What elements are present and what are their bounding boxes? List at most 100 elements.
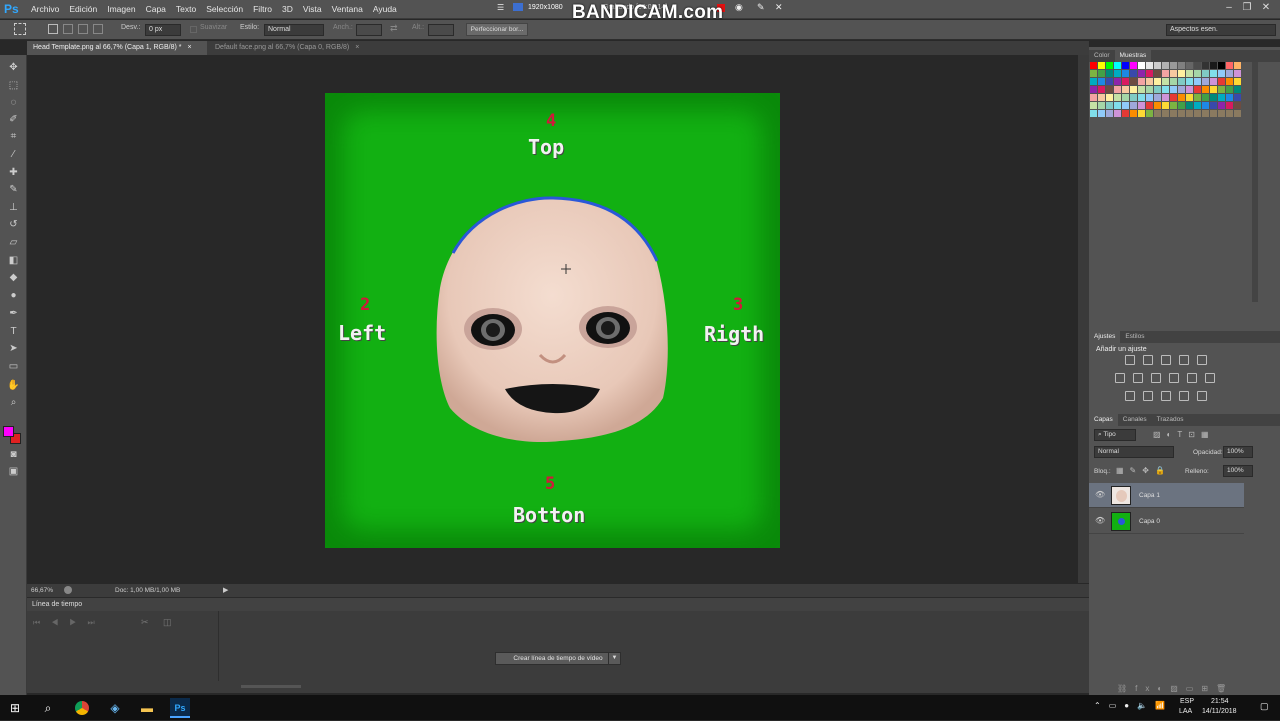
adjustment-icon[interactable] — [1179, 391, 1189, 401]
quick-select-tool-icon[interactable]: ✐ — [6, 113, 21, 127]
layer-name[interactable]: Capa 0 — [1139, 518, 1160, 525]
swatches-scrollbar[interactable] — [1252, 62, 1258, 302]
swap-icon[interactable]: ⇄ — [390, 23, 398, 34]
swatch[interactable] — [1234, 110, 1241, 117]
swatch[interactable] — [1106, 94, 1113, 101]
swatch[interactable] — [1194, 78, 1201, 85]
swatch[interactable] — [1130, 78, 1137, 85]
swatch[interactable] — [1162, 70, 1169, 77]
swatch[interactable] — [1186, 70, 1193, 77]
swatch[interactable] — [1218, 94, 1225, 101]
swatch[interactable] — [1114, 86, 1121, 93]
hand-tool-icon[interactable]: ✋ — [6, 379, 21, 393]
app-icon[interactable]: ◈ — [105, 698, 125, 718]
swatch[interactable] — [1202, 62, 1209, 69]
tab-head-template[interactable]: Head Template.png al 66,7% (Capa 1, RGB/… — [27, 41, 207, 55]
swatch[interactable] — [1090, 86, 1097, 93]
swatch[interactable] — [1194, 110, 1201, 117]
swatch[interactable] — [1218, 86, 1225, 93]
intersect-selection-icon[interactable] — [93, 24, 103, 34]
swatch[interactable] — [1154, 110, 1161, 117]
chrome-icon[interactable] — [72, 698, 92, 718]
menu-item-6[interactable]: Filtro — [248, 4, 277, 14]
layer-kind-filter[interactable]: ⌕ Tipo — [1094, 429, 1136, 441]
swatch[interactable] — [1154, 102, 1161, 109]
type-tool-icon[interactable]: T — [6, 325, 21, 339]
swatch[interactable] — [1218, 70, 1225, 77]
swatch[interactable] — [1226, 78, 1233, 85]
move-tool-icon[interactable]: ✥ — [6, 61, 21, 75]
swatch[interactable] — [1114, 110, 1121, 117]
fill-input[interactable]: 100% — [1223, 465, 1253, 477]
swatch[interactable] — [1218, 102, 1225, 109]
menu-item-3[interactable]: Capa — [141, 4, 171, 14]
adjustment-icon[interactable] — [1197, 355, 1207, 365]
width-input[interactable] — [356, 24, 382, 36]
layer-row-capa-1[interactable]: 👁 Capa 1 — [1089, 483, 1244, 508]
swatch[interactable] — [1090, 78, 1097, 85]
opacity-input[interactable]: 100% — [1223, 446, 1253, 458]
create-timeline-button[interactable]: Crear línea de tiempo de vídeo — [495, 652, 621, 665]
swatch[interactable] — [1202, 70, 1209, 77]
split-icon[interactable]: ✂ — [141, 617, 149, 628]
swatch[interactable] — [1178, 94, 1185, 101]
swatch[interactable] — [1218, 78, 1225, 85]
swatch[interactable] — [1162, 62, 1169, 69]
swatch[interactable] — [1210, 62, 1217, 69]
tab-default-face[interactable]: Default face.png al 66,7% (Capa 0, RGB/8… — [209, 41, 379, 55]
swatch[interactable] — [1194, 86, 1201, 93]
swatch[interactable] — [1170, 62, 1177, 69]
layer-row-capa-0[interactable]: 👁 Capa 0 — [1089, 509, 1244, 534]
swatch[interactable] — [1178, 86, 1185, 93]
tab-styles[interactable]: Estilos — [1120, 331, 1149, 343]
swatch[interactable] — [1106, 86, 1113, 93]
swatch[interactable] — [1202, 102, 1209, 109]
swatch[interactable] — [1226, 102, 1233, 109]
windows-start-icon[interactable]: ⊞ — [5, 698, 25, 718]
swatch[interactable] — [1122, 62, 1129, 69]
tab-close-icon[interactable]: × — [355, 44, 359, 51]
menu-item-7[interactable]: 3D — [277, 4, 298, 14]
swatch[interactable] — [1138, 86, 1145, 93]
swatch[interactable] — [1122, 94, 1129, 101]
swatch[interactable] — [1178, 110, 1185, 117]
swatch[interactable] — [1202, 78, 1209, 85]
lock-icons[interactable]: ▦✎✥🔒 — [1116, 466, 1171, 475]
adjustment-icon[interactable] — [1143, 391, 1153, 401]
swatch[interactable] — [1186, 86, 1193, 93]
swatch[interactable] — [1114, 102, 1121, 109]
swatch[interactable] — [1194, 94, 1201, 101]
swatch[interactable] — [1234, 94, 1241, 101]
swatch[interactable] — [1138, 78, 1145, 85]
swatch[interactable] — [1130, 110, 1137, 117]
tab-layers[interactable]: Capas — [1089, 414, 1118, 426]
swatch[interactable] — [1098, 78, 1105, 85]
swatch[interactable] — [1210, 94, 1217, 101]
swatch[interactable] — [1154, 86, 1161, 93]
history-brush-tool-icon[interactable]: ↺ — [6, 218, 21, 232]
menu-item-9[interactable]: Ventana — [327, 4, 368, 14]
overlay-close-icon[interactable]: ✕ — [775, 2, 783, 13]
pencil-icon[interactable]: ✎ — [757, 2, 765, 13]
swatch[interactable] — [1210, 102, 1217, 109]
swatch[interactable] — [1226, 86, 1233, 93]
swatches-grid[interactable] — [1090, 62, 1242, 117]
swatch[interactable] — [1130, 62, 1137, 69]
swatch[interactable] — [1170, 94, 1177, 101]
adjustment-icon[interactable] — [1143, 355, 1153, 365]
adjustment-icon[interactable] — [1197, 391, 1207, 401]
transition-icon[interactable]: ◫ — [163, 617, 172, 628]
swatch[interactable] — [1146, 78, 1153, 85]
swatch[interactable] — [1146, 86, 1153, 93]
swatch[interactable] — [1138, 94, 1145, 101]
swatch[interactable] — [1186, 110, 1193, 117]
swatch[interactable] — [1130, 70, 1137, 77]
tab-close-icon[interactable]: × — [187, 44, 191, 51]
swatch[interactable] — [1122, 102, 1129, 109]
refine-edge-button[interactable]: Perfeccionar bor... — [466, 23, 528, 36]
swatch[interactable] — [1162, 102, 1169, 109]
tab-color[interactable]: Color — [1089, 50, 1115, 62]
menu-item-0[interactable]: Archivo — [26, 4, 64, 14]
tab-channels[interactable]: Canales — [1118, 414, 1152, 426]
swatch[interactable] — [1154, 62, 1161, 69]
